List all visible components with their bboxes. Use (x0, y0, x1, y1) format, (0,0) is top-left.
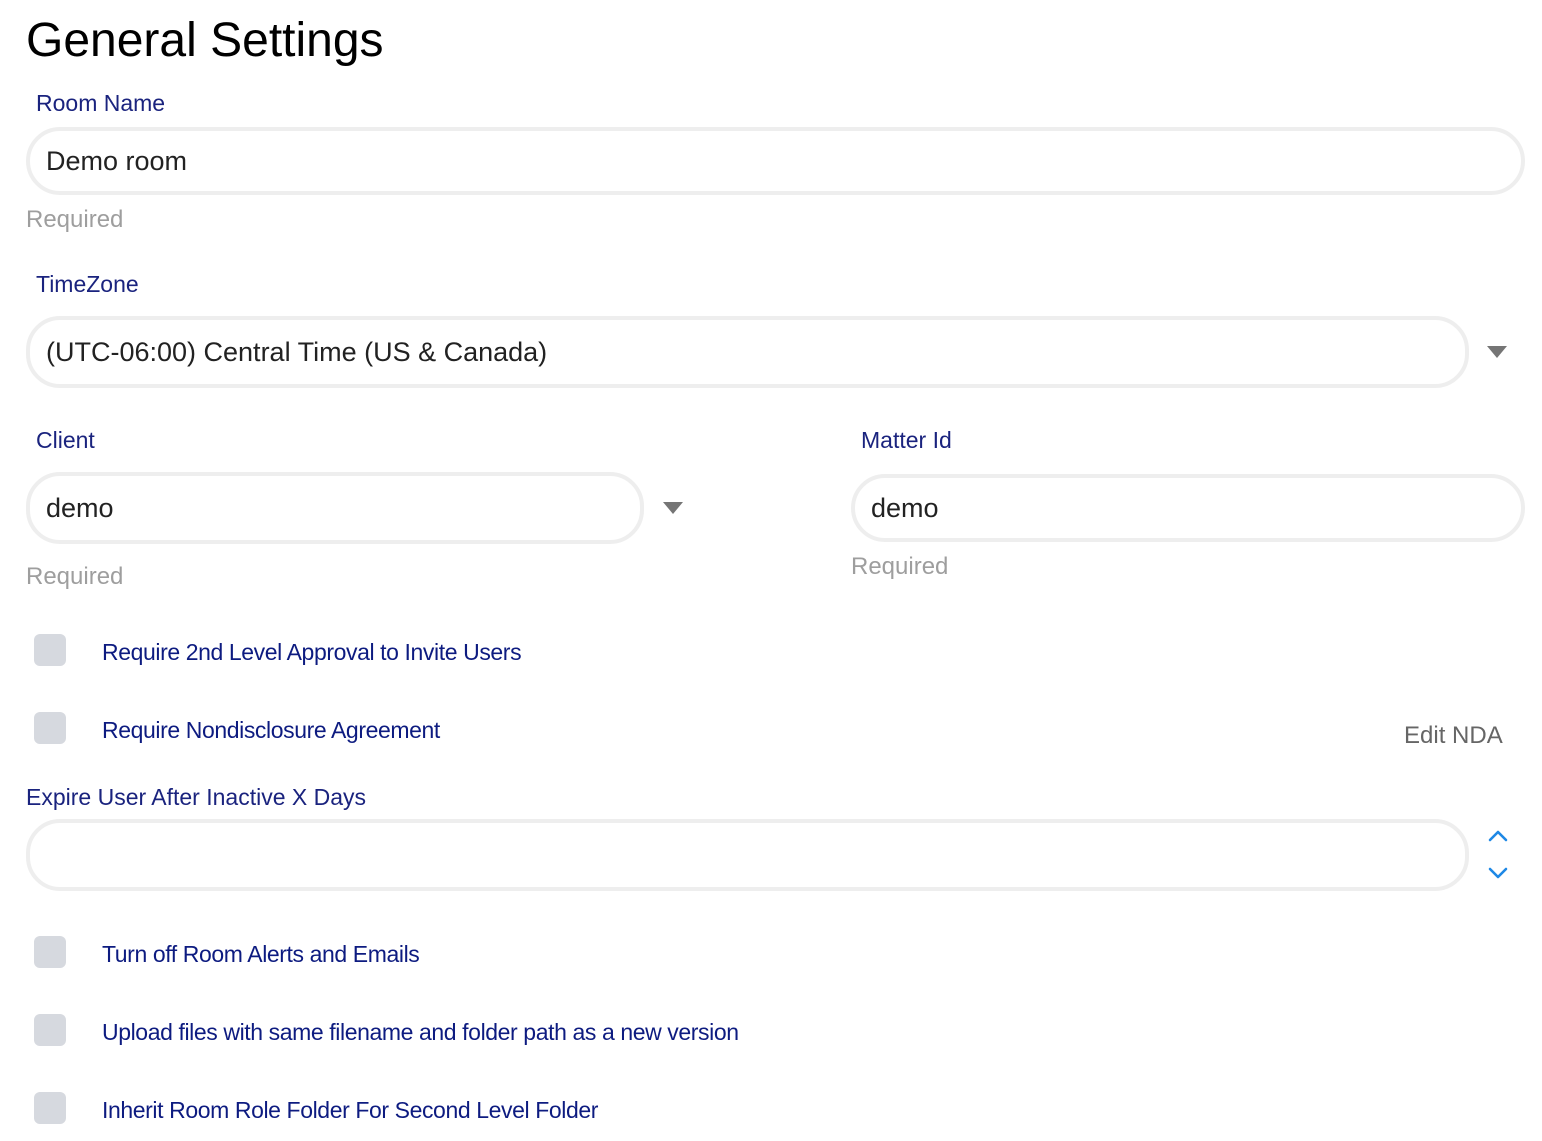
page-title: General Settings (26, 14, 384, 67)
require-2nd-level-approval-label[interactable]: Require 2nd Level Approval to Invite Use… (102, 638, 522, 666)
chevron-down-icon[interactable] (663, 502, 683, 514)
turn-off-room-alerts-checkbox[interactable] (34, 936, 66, 968)
room-name-label: Room Name (36, 90, 166, 116)
room-name-input[interactable] (26, 127, 1525, 195)
turn-off-room-alerts-label[interactable]: Turn off Room Alerts and Emails (102, 940, 420, 968)
chevron-down-icon[interactable] (1487, 346, 1507, 358)
matter-id-label: Matter Id (861, 427, 952, 453)
client-helper: Required (26, 563, 124, 590)
room-name-helper: Required (26, 206, 124, 233)
client-select[interactable]: demo (26, 472, 644, 544)
matter-id-input[interactable] (851, 474, 1525, 542)
client-selected-value: demo (46, 492, 114, 523)
matter-id-helper: Required (851, 553, 949, 580)
timezone-selected-value: (UTC-06:00) Central Time (US & Canada) (46, 336, 548, 367)
require-nda-checkbox[interactable] (34, 712, 66, 744)
expire-user-label: Expire User After Inactive X Days (26, 784, 367, 810)
upload-as-new-version-checkbox[interactable] (34, 1014, 66, 1046)
client-label: Client (36, 427, 95, 453)
upload-as-new-version-label[interactable]: Upload files with same filename and fold… (102, 1018, 739, 1046)
timezone-label: TimeZone (36, 271, 139, 297)
chevron-up-icon[interactable] (1486, 824, 1510, 848)
edit-nda-link[interactable]: Edit NDA (1404, 722, 1503, 750)
inherit-room-role-folder-checkbox[interactable] (34, 1092, 66, 1124)
timezone-select[interactable]: (UTC-06:00) Central Time (US & Canada) (26, 316, 1469, 388)
require-2nd-level-approval-checkbox[interactable] (34, 634, 66, 666)
require-nda-label[interactable]: Require Nondisclosure Agreement (102, 716, 440, 744)
chevron-down-icon[interactable] (1486, 861, 1510, 885)
inherit-room-role-folder-label[interactable]: Inherit Room Role Folder For Second Leve… (102, 1096, 598, 1124)
expire-user-days-input[interactable] (26, 819, 1469, 891)
